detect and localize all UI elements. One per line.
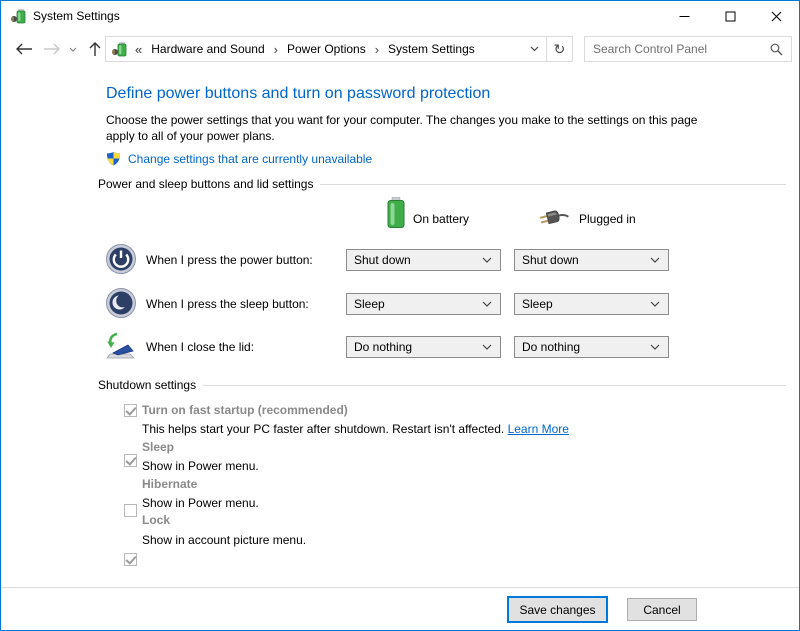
sleep-button-on-battery-dropdown[interactable]: Sleep (346, 293, 501, 315)
column-header-on-battery: On battery (413, 212, 469, 226)
window-title: System Settings (33, 9, 120, 23)
power-button-row-label: When I press the power button: (146, 253, 313, 267)
change-unavailable-settings-link[interactable]: Change settings that are currently unava… (128, 152, 372, 166)
chevron-down-icon (650, 344, 660, 350)
dropdown-value: Shut down (522, 253, 650, 267)
sleep-button-row-label: When I press the sleep button: (146, 297, 309, 311)
address-bar[interactable]: « Hardware and Sound › Power Options › S… (105, 36, 573, 62)
title-bar: System Settings (1, 1, 799, 31)
power-options-app-icon (10, 8, 26, 24)
lock-label: Lock (142, 513, 170, 527)
hibernate-checkbox[interactable] (124, 504, 137, 517)
lid-icon (105, 330, 137, 362)
minimize-button[interactable] (661, 1, 707, 31)
chevron-down-icon (482, 301, 492, 307)
fast-startup-description: This helps start your PC faster after sh… (142, 421, 569, 437)
recent-pages-button[interactable] (65, 35, 81, 63)
breadcrumb-separator-icon: › (375, 42, 379, 57)
footer-bar: Save changes Cancel (1, 587, 799, 630)
group-divider (320, 184, 786, 185)
back-button[interactable] (9, 35, 39, 63)
sleep-button-icon (105, 287, 137, 319)
sleep-checkbox[interactable] (124, 454, 137, 467)
shutdown-settings-group-header: Shutdown settings (98, 378, 786, 392)
breadcrumb-item-system-settings[interactable]: System Settings (388, 42, 475, 56)
group-divider (203, 385, 786, 386)
nav-buttons (9, 31, 109, 67)
uac-link-row: Change settings that are currently unava… (106, 151, 372, 166)
refresh-icon: ↻ (554, 41, 566, 58)
refresh-button[interactable]: ↻ (546, 37, 572, 61)
cancel-button[interactable]: Cancel (627, 598, 697, 621)
search-box (584, 36, 792, 62)
forward-button[interactable] (39, 35, 65, 63)
sleep-label: Sleep (142, 440, 174, 454)
sleep-button-plugged-in-dropdown[interactable]: Sleep (514, 293, 669, 315)
plug-icon (539, 206, 571, 228)
search-input[interactable] (585, 42, 770, 56)
lock-checkbox[interactable] (124, 553, 137, 566)
dropdown-value: Shut down (354, 253, 482, 267)
forward-arrow-icon (43, 43, 61, 55)
sleep-description: Show in Power menu. (142, 458, 259, 474)
fast-startup-label: Turn on fast startup (recommended) (142, 403, 348, 417)
fast-startup-checkbox[interactable] (124, 404, 137, 417)
chevron-down-icon (69, 47, 77, 52)
close-lid-on-battery-dropdown[interactable]: Do nothing (346, 336, 501, 358)
page-title: Define power buttons and turn on passwor… (106, 85, 490, 103)
close-lid-plugged-in-dropdown[interactable]: Do nothing (514, 336, 669, 358)
hibernate-label: Hibernate (142, 477, 197, 491)
search-icon[interactable] (770, 43, 783, 56)
maximize-button[interactable] (707, 1, 753, 31)
up-arrow-icon (89, 42, 101, 57)
column-header-plugged-in: Plugged in (579, 212, 636, 226)
dropdown-value: Sleep (522, 297, 650, 311)
window-controls (661, 1, 799, 31)
main-content: Define power buttons and turn on passwor… (1, 67, 799, 588)
hibernate-description: Show in Power menu. (142, 495, 259, 511)
address-dropdown-button[interactable] (522, 37, 546, 61)
close-button[interactable] (753, 1, 799, 31)
close-icon (771, 11, 782, 22)
back-arrow-icon (15, 43, 33, 55)
power-button-icon (105, 243, 137, 275)
minimize-icon (679, 11, 690, 22)
power-button-plugged-in-dropdown[interactable]: Shut down (514, 249, 669, 271)
save-changes-button[interactable]: Save changes (507, 596, 608, 623)
shutdown-settings-group-title: Shutdown settings (98, 378, 196, 392)
breadcrumb-overflow-button[interactable]: « (135, 42, 142, 57)
dropdown-value: Sleep (354, 297, 482, 311)
maximize-icon (725, 11, 736, 22)
fast-startup-description-text: This helps start your PC faster after sh… (142, 422, 504, 436)
uac-shield-icon (106, 151, 121, 166)
power-buttons-group-header: Power and sleep buttons and lid settings (98, 177, 786, 191)
breadcrumb-item-hardware-and-sound[interactable]: Hardware and Sound (151, 42, 264, 56)
battery-icon (386, 197, 406, 229)
intro-text: Choose the power settings that you want … (106, 112, 706, 144)
lock-description: Show in account picture menu. (142, 532, 306, 548)
breadcrumb-separator-icon: › (274, 42, 278, 57)
chevron-down-icon (482, 257, 492, 263)
system-settings-window: { "window": { "title": "System Settings"… (0, 0, 800, 631)
power-buttons-group-title: Power and sleep buttons and lid settings (98, 177, 313, 191)
dropdown-value: Do nothing (354, 340, 482, 354)
power-options-location-icon (111, 41, 127, 57)
dropdown-value: Do nothing (522, 340, 650, 354)
breadcrumb-item-power-options[interactable]: Power Options (287, 42, 366, 56)
navigation-bar: « Hardware and Sound › Power Options › S… (1, 31, 799, 67)
close-lid-row-label: When I close the lid: (146, 340, 254, 354)
chevron-down-icon (650, 301, 660, 307)
power-button-on-battery-dropdown[interactable]: Shut down (346, 249, 501, 271)
chevron-down-icon (650, 257, 660, 263)
learn-more-link[interactable]: Learn More (508, 422, 569, 436)
chevron-down-icon (482, 344, 492, 350)
chevron-down-icon (530, 46, 539, 52)
